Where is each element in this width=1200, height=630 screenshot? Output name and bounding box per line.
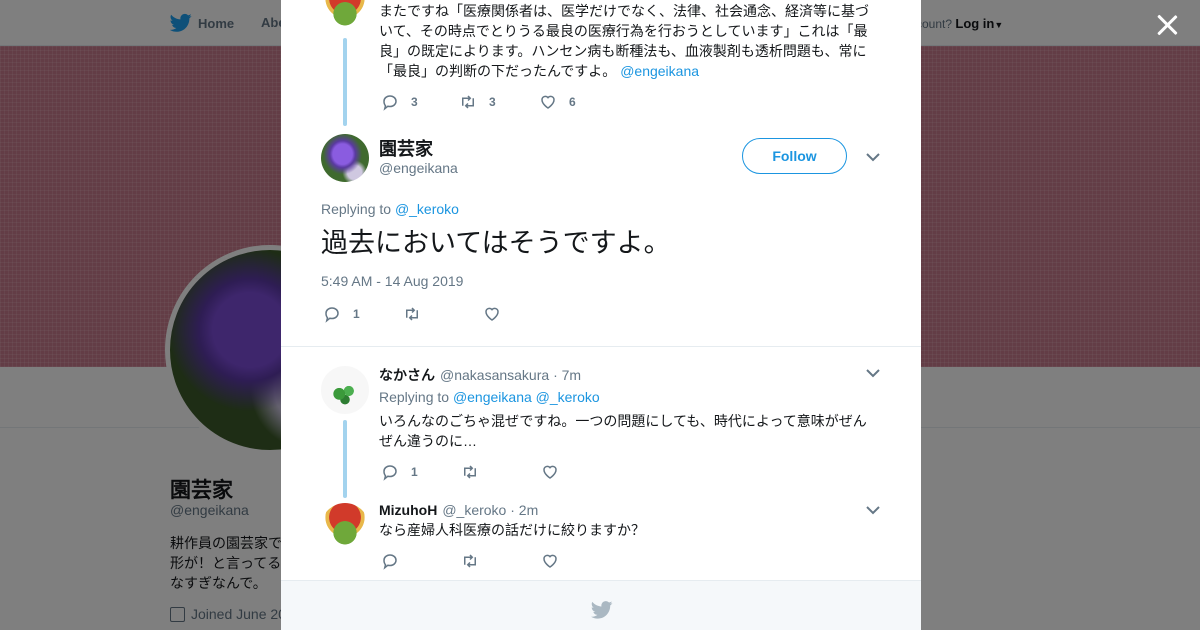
retweet-count: 3 <box>489 95 496 109</box>
avatar[interactable] <box>321 0 369 32</box>
replying-handles[interactable]: @engeikana @_keroko <box>453 389 600 405</box>
like-icon <box>543 465 557 479</box>
reply-icon <box>383 554 397 570</box>
prev-tweet-mention[interactable]: @engeikana <box>620 63 699 79</box>
thread-connector <box>343 420 347 498</box>
reply-time[interactable]: · 2m <box>510 502 538 518</box>
thread-connector <box>343 38 347 126</box>
prev-tweet-actions: 3 3 6 <box>381 93 599 111</box>
divider <box>281 346 921 347</box>
reply-button[interactable]: 3 <box>381 93 459 111</box>
replying-to: Replying to @engeikana @_keroko <box>379 389 600 405</box>
retweet-icon <box>406 307 418 321</box>
reply-button[interactable]: 1 <box>381 463 461 481</box>
reply-time[interactable]: · 7m <box>553 367 581 383</box>
reply-author-name[interactable]: MizuhoH <box>379 502 437 518</box>
tweet-modal: またですね「医療関係者は、医学だけでなく、法律、社会通念、経済等に基づいて、その… <box>281 0 921 630</box>
like-icon <box>541 95 555 109</box>
chevron-down-icon[interactable] <box>865 505 881 515</box>
reply-count: 3 <box>411 95 418 109</box>
main-tweet-handle[interactable]: @engeikana <box>379 160 458 176</box>
retweet-button[interactable] <box>403 305 483 323</box>
retweet-button[interactable] <box>461 463 541 481</box>
main-tweet-timestamp[interactable]: 5:49 AM - 14 Aug 2019 <box>321 273 463 289</box>
like-button[interactable] <box>541 463 601 481</box>
retweet-icon <box>462 95 474 109</box>
like-button[interactable] <box>541 552 601 570</box>
replying-to: Replying to @_keroko <box>321 201 459 217</box>
avatar[interactable] <box>321 366 369 414</box>
reply-text: いろんなのごちゃ混ぜですね。一つの問題にしても、時代によって意味がぜんぜん違うの… <box>379 413 867 449</box>
reply-header: MizuhoH @_keroko · 2m <box>379 502 538 518</box>
replying-handle[interactable]: @_keroko <box>395 201 459 217</box>
main-tweet-actions: 1 <box>323 305 543 323</box>
close-icon[interactable] <box>1154 12 1180 38</box>
follow-button[interactable]: Follow <box>742 138 847 174</box>
reply-count: 1 <box>353 307 360 321</box>
main-tweet-name[interactable]: 園芸家 <box>379 135 433 161</box>
reply-actions: 1 <box>381 463 601 481</box>
reply-text: なら産婦人科医療の話だけに絞りますか？ <box>379 522 645 538</box>
reply-icon <box>325 307 339 323</box>
main-tweet-text: 過去においてはそうですよ。 <box>321 228 671 258</box>
retweet-button[interactable]: 3 <box>459 93 539 111</box>
like-button[interactable] <box>483 305 543 323</box>
reply-author-name[interactable]: なかさん <box>379 365 435 385</box>
reply-actions <box>381 552 601 570</box>
twitter-bird-icon <box>591 601 613 619</box>
reply-author-handle[interactable]: @nakasansakura <box>440 367 549 383</box>
prev-tweet-text: またですね「医療関係者は、医学だけでなく、法律、社会通念、経済等に基づいて、その… <box>379 1 871 81</box>
replying-prefix: Replying to <box>379 389 450 405</box>
chevron-down-icon[interactable] <box>865 368 881 378</box>
reply-author-handle[interactable]: @_keroko <box>442 502 506 518</box>
like-icon <box>543 554 557 568</box>
like-count: 6 <box>569 95 576 109</box>
avatar[interactable] <box>321 134 369 182</box>
reply-button[interactable] <box>381 552 461 570</box>
like-icon <box>485 307 499 321</box>
retweet-button[interactable] <box>461 552 541 570</box>
reply-icon <box>383 465 397 481</box>
reply-header: なかさん @nakasansakura · 7m <box>379 365 581 385</box>
reply-icon <box>383 95 397 111</box>
retweet-icon <box>464 465 476 479</box>
retweet-icon <box>464 554 476 568</box>
like-button[interactable]: 6 <box>539 93 599 111</box>
reply-count: 1 <box>411 465 418 479</box>
replying-prefix: Replying to <box>321 201 392 217</box>
reply-button[interactable]: 1 <box>323 305 403 323</box>
avatar[interactable] <box>321 503 369 551</box>
chevron-down-icon[interactable] <box>865 152 881 162</box>
modal-footer <box>281 580 921 630</box>
